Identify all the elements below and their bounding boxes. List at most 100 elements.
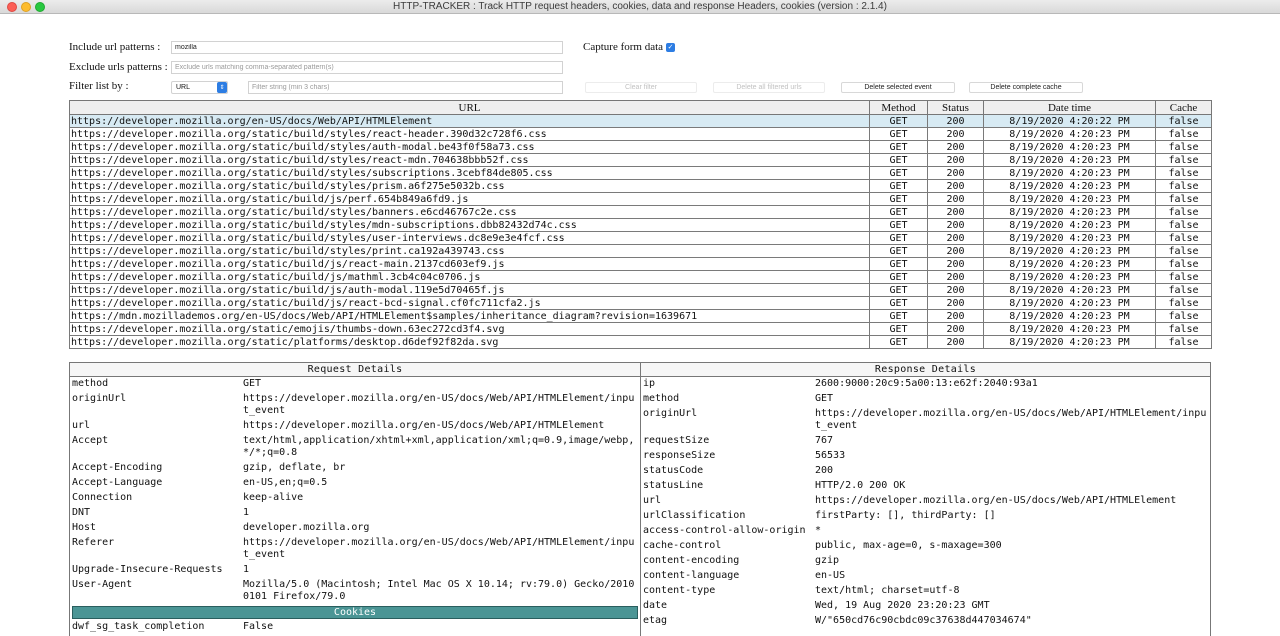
cell-status: 200 [927, 244, 984, 258]
column-header-cache[interactable]: Cache [1155, 100, 1212, 115]
request-detail-key: Accept [72, 435, 109, 446]
response-detail-row: responseSize 56533 [641, 449, 1210, 464]
request-cookie-key: dwf_sg_task_completion [72, 621, 205, 632]
cookies-section-header[interactable]: Cookies [72, 606, 638, 619]
request-detail-value: 1 [243, 564, 250, 575]
column-header-datetime[interactable]: Date time [983, 100, 1156, 115]
cell-status: 200 [927, 127, 984, 141]
table-row[interactable]: https://developer.mozilla.org/static/bui… [69, 231, 1212, 245]
response-detail-key: urlClassification [643, 510, 746, 521]
table-row[interactable]: https://developer.mozilla.org/static/bui… [69, 257, 1212, 271]
cell-status: 200 [927, 192, 984, 206]
column-header-status[interactable]: Status [927, 100, 984, 115]
response-details-panel: Response Details ip 2600:9000:20c9:5a00:1… [640, 362, 1211, 636]
response-detail-row: etag W/"650cd76c90cbdc09c37638d447034674" [641, 614, 1210, 629]
response-detail-value: https://developer.mozilla.org/en-US/docs… [815, 495, 1177, 506]
table-row[interactable]: https://developer.mozilla.org/en-US/docs… [69, 114, 1212, 128]
request-detail-key: method [72, 378, 109, 389]
cell-datetime: 8/19/2020 4:20:23 PM [983, 322, 1156, 336]
response-detail-key: content-encoding [643, 555, 740, 566]
include-patterns-input[interactable] [171, 41, 563, 54]
exclude-patterns-input[interactable] [171, 61, 563, 74]
response-detail-key: cache-control [643, 540, 722, 551]
table-row[interactable]: https://developer.mozilla.org/static/bui… [69, 283, 1212, 297]
cell-cache: false [1155, 244, 1212, 258]
clear-filter-button[interactable]: Clear filter [585, 82, 697, 93]
response-detail-row: urlClassification firstParty: [], thirdPa… [641, 509, 1210, 524]
cell-url: https://developer.mozilla.org/static/bui… [69, 257, 870, 271]
table-row[interactable]: https://developer.mozilla.org/static/pla… [69, 335, 1212, 349]
response-detail-value: GET [815, 393, 834, 404]
response-detail-row: url https://developer.mozilla.org/en-US/d… [641, 494, 1210, 509]
response-detail-key: responseSize [643, 450, 716, 461]
filter-string-input[interactable] [248, 81, 563, 94]
response-detail-value: text/html; charset=utf-8 [815, 585, 960, 596]
cell-datetime: 8/19/2020 4:20:23 PM [983, 283, 1156, 297]
column-header-url[interactable]: URL [69, 100, 870, 115]
table-row[interactable]: https://developer.mozilla.org/static/bui… [69, 296, 1212, 310]
cell-url: https://developer.mozilla.org/en-US/docs… [69, 114, 870, 128]
request-detail-key: Upgrade-Insecure-Requests [72, 564, 223, 575]
cell-method: GET [869, 179, 928, 193]
table-row[interactable]: https://developer.mozilla.org/static/bui… [69, 192, 1212, 206]
cell-cache: false [1155, 218, 1212, 232]
response-detail-value: 2600:9000:20c9:5a00:13:e62f:2040:93a1 [815, 378, 1038, 389]
delete-selected-button[interactable]: Delete selected event [841, 82, 955, 93]
window-titlebar: HTTP-TRACKER : Track HTTP request header… [0, 0, 1280, 14]
request-details-panel: Request Details method GET originUrl https:… [69, 362, 641, 636]
response-detail-key: content-type [643, 585, 716, 596]
column-header-method[interactable]: Method [869, 100, 928, 115]
table-row[interactable]: https://mdn.mozillademos.org/en-US/docs/… [69, 309, 1212, 323]
table-row[interactable]: https://developer.mozilla.org/static/bui… [69, 205, 1212, 219]
cell-method: GET [869, 231, 928, 245]
cell-url: https://developer.mozilla.org/static/bui… [69, 244, 870, 258]
request-detail-key: User-Agent [72, 579, 133, 590]
delete-cache-button[interactable]: Delete complete cache [969, 82, 1083, 93]
table-row[interactable]: https://developer.mozilla.org/static/bui… [69, 166, 1212, 180]
cell-cache: false [1155, 166, 1212, 180]
request-detail-key: Accept-Language [72, 477, 163, 488]
table-header-row: URL Method Status Date time Cache [69, 100, 1212, 115]
response-details-title: Response Details [641, 363, 1210, 377]
request-detail-key: url [72, 420, 91, 431]
table-row[interactable]: https://developer.mozilla.org/static/bui… [69, 270, 1212, 284]
cell-method: GET [869, 205, 928, 219]
cell-status: 200 [927, 205, 984, 219]
delete-filtered-button[interactable]: Delete all filtered urls [713, 82, 825, 93]
cell-datetime: 8/19/2020 4:20:23 PM [983, 244, 1156, 258]
request-detail-value: https://developer.mozilla.org/en-US/docs… [243, 420, 605, 431]
filter-field-select[interactable]: URL ⇕ [171, 81, 228, 94]
request-detail-value: en-US,en;q=0.5 [243, 477, 328, 488]
cell-cache: false [1155, 140, 1212, 154]
cell-method: GET [869, 114, 928, 128]
response-detail-row: statusCode 200 [641, 464, 1210, 479]
response-detail-value: * [815, 525, 822, 536]
response-detail-row: cache-control public, max-age=0, s-maxage… [641, 539, 1210, 554]
request-detail-value: https://developer.mozilla.org/en-US/docs… [243, 393, 635, 416]
cell-status: 200 [927, 218, 984, 232]
cell-url: https://developer.mozilla.org/static/bui… [69, 166, 870, 180]
exclude-patterns-label: Exclude urls patterns : [69, 61, 168, 73]
requests-table: URL Method Status Date time Cache https:… [69, 100, 1212, 349]
cell-status: 200 [927, 231, 984, 245]
table-row[interactable]: https://developer.mozilla.org/static/bui… [69, 153, 1212, 167]
response-detail-row: originUrl https://developer.mozilla.org/e… [641, 407, 1210, 434]
chevron-updown-icon: ⇕ [217, 82, 227, 93]
cell-url: https://developer.mozilla.org/static/bui… [69, 140, 870, 154]
table-row[interactable]: https://developer.mozilla.org/static/bui… [69, 244, 1212, 258]
cell-cache: false [1155, 231, 1212, 245]
cell-cache: false [1155, 205, 1212, 219]
table-row[interactable]: https://developer.mozilla.org/static/emo… [69, 322, 1212, 336]
capture-form-checkbox[interactable]: ✓ [666, 43, 675, 52]
response-detail-value: https://developer.mozilla.org/en-US/docs… [815, 408, 1207, 431]
table-row[interactable]: https://developer.mozilla.org/static/bui… [69, 140, 1212, 154]
request-detail-row: User-Agent Mozilla/5.0 (Macintosh; Intel … [70, 578, 640, 605]
table-row[interactable]: https://developer.mozilla.org/static/bui… [69, 127, 1212, 141]
cell-status: 200 [927, 179, 984, 193]
response-detail-key: etag [643, 615, 668, 626]
request-detail-key: DNT [72, 507, 91, 518]
table-row[interactable]: https://developer.mozilla.org/static/bui… [69, 179, 1212, 193]
table-row[interactable]: https://developer.mozilla.org/static/bui… [69, 218, 1212, 232]
response-detail-row: method GET [641, 392, 1210, 407]
cell-method: GET [869, 296, 928, 310]
